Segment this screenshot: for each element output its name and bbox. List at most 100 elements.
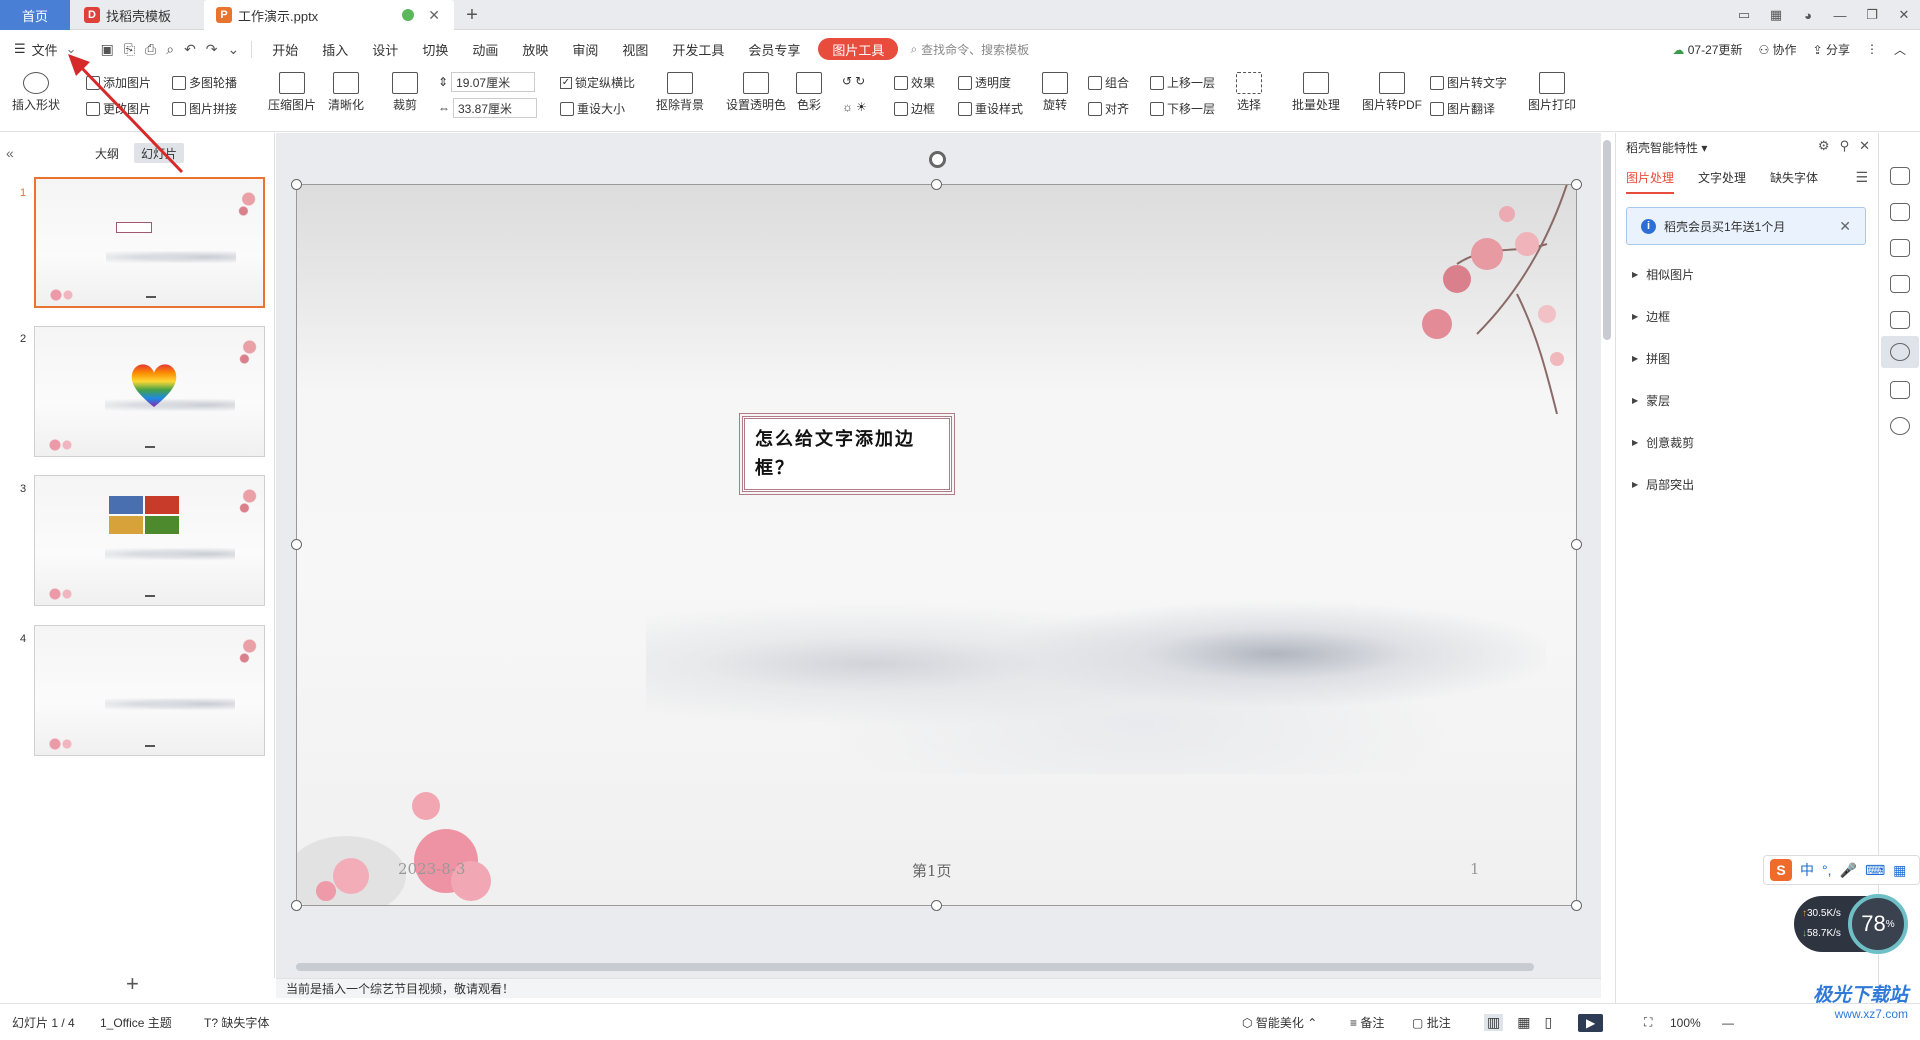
customize-icon[interactable]: ⌄ — [228, 41, 240, 58]
to-text-button[interactable]: 图片转文字 — [1430, 74, 1507, 91]
transparency-button[interactable]: 透明度 — [958, 74, 1011, 91]
collage-button[interactable]: 图片拼接 — [172, 100, 237, 117]
comments-button[interactable]: ▢ 批注 — [1412, 1004, 1451, 1040]
send-backward-button[interactable]: 下移一层 — [1150, 100, 1215, 117]
apps-grid-icon[interactable]: ▦ — [1760, 7, 1792, 23]
border-button[interactable]: 边框 — [894, 100, 935, 117]
star-icon[interactable] — [1890, 239, 1910, 257]
add-picture-button[interactable]: 添加图片 — [86, 74, 151, 91]
redo-icon[interactable]: ↷ — [206, 41, 218, 58]
tab-home[interactable]: 首页 — [0, 0, 70, 30]
resize-handle[interactable] — [291, 539, 302, 550]
share-button[interactable]: ⇪ 分享 — [1813, 41, 1850, 58]
set-transparent-button[interactable]: 设置透明色 — [726, 72, 786, 113]
avatar[interactable]: ◕ — [1792, 8, 1824, 23]
tab-missing-fonts[interactable]: 缺失字体 — [1770, 169, 1818, 194]
close-icon[interactable]: ✕ — [1888, 7, 1920, 23]
crop-button[interactable]: 裁剪 — [392, 72, 418, 113]
punctuation-icon[interactable]: °, — [1822, 862, 1832, 878]
close-tab-icon[interactable]: ✕ — [428, 7, 440, 24]
ime-toolbar[interactable]: S 中 °, 🎤 ⌨ ▦ — [1763, 855, 1920, 885]
update-button[interactable]: ☁ 07-27更新 — [1672, 41, 1742, 58]
menu-developer[interactable]: 开发工具 — [660, 30, 736, 68]
feature-item[interactable]: ▶ 相似图片 — [1632, 266, 1694, 283]
missing-font-button[interactable]: T? 缺失字体 — [204, 1004, 269, 1040]
new-tab-button[interactable]: + — [458, 0, 486, 30]
tab-template[interactable]: D 找稻壳模板 — [72, 0, 202, 30]
menu-design[interactable]: 设计 — [360, 30, 410, 68]
horizontal-scrollbar[interactable] — [296, 963, 1534, 971]
fit-icon[interactable]: ⛶ — [1644, 1004, 1652, 1040]
sorter-view-icon[interactable]: ▦ — [1517, 1014, 1530, 1031]
microphone-icon[interactable]: 🎤 — [1840, 862, 1857, 879]
resize-handle[interactable] — [291, 900, 302, 911]
feature-item[interactable]: ▶ 蒙层 — [1632, 392, 1670, 409]
height-input[interactable]: 19.07厘米 — [451, 72, 536, 92]
command-search[interactable]: ⌕ 查找命令、搜索模板 — [910, 41, 1029, 58]
slide-thumbnail[interactable] — [34, 177, 265, 308]
feature-item[interactable]: ▶ 创意裁剪 — [1632, 434, 1694, 451]
collapse-ribbon-icon[interactable]: ︿ — [1894, 41, 1906, 58]
lock-ratio-checkbox[interactable]: ✓ 锁定纵横比 — [560, 74, 635, 91]
select-button[interactable]: 选择 — [1236, 72, 1262, 113]
minimize-icon[interactable]: — — [1824, 8, 1856, 23]
collapse-panel-icon[interactable]: « — [6, 145, 14, 161]
collab-button[interactable]: ⚇ 协作 — [1758, 41, 1796, 58]
menu-review[interactable]: 审阅 — [560, 30, 610, 68]
vertical-scrollbar[interactable] — [1603, 140, 1611, 340]
beautify-button[interactable]: ⬡ 智能美化 ⌃ — [1242, 1004, 1317, 1040]
width-input[interactable]: 33.87厘米 — [453, 98, 537, 118]
menu-view[interactable]: 视图 — [610, 30, 660, 68]
menu-member[interactable]: 会员专享 — [736, 30, 812, 68]
zoom-level[interactable]: 100% — [1670, 1004, 1701, 1040]
menu-icon[interactable]: ☰ — [1855, 169, 1868, 186]
rocket-icon[interactable] — [1890, 167, 1910, 185]
close-icon[interactable]: ✕ — [1859, 138, 1870, 154]
menu-picture-tools[interactable]: 图片工具 — [818, 38, 899, 60]
image-icon[interactable] — [1890, 311, 1910, 329]
file-menu[interactable]: ☰ 文件 ⌄ — [0, 30, 89, 68]
slide-thumbnail[interactable] — [34, 625, 265, 756]
theme-name[interactable]: 1_Office 主题 — [100, 1004, 172, 1040]
gear-icon[interactable]: ⚙ — [1818, 138, 1830, 154]
tab-picture-processing[interactable]: 图片处理 — [1626, 169, 1675, 194]
play-button[interactable]: ▶ — [1578, 1004, 1604, 1040]
tab-outline[interactable]: 大纲 — [85, 143, 129, 163]
slide-thumbnail[interactable] — [34, 326, 265, 457]
resize-handle[interactable] — [931, 179, 942, 190]
undo-icon[interactable]: ↶ — [184, 41, 196, 58]
color-button[interactable]: 色彩 — [796, 72, 822, 113]
restore-icon[interactable]: ❐ — [1856, 7, 1888, 23]
menu-slideshow[interactable]: 放映 — [510, 30, 560, 68]
notes-button[interactable]: ≡ 备注 — [1350, 1004, 1384, 1040]
print-icon[interactable]: ⎙ — [145, 41, 156, 58]
align-button[interactable]: 对齐 — [1088, 100, 1129, 117]
rotate-button[interactable]: 旋转 — [1042, 72, 1068, 113]
add-slide-button[interactable]: + — [126, 971, 139, 997]
copy-icon[interactable] — [1890, 275, 1910, 293]
menu-start[interactable]: 开始 — [260, 30, 310, 68]
more-icon[interactable]: ⋮ — [1866, 42, 1878, 56]
apps-grid-icon[interactable]: ▦ — [1893, 862, 1906, 879]
panel-title[interactable]: 稻壳智能特性 ▾ — [1626, 139, 1707, 156]
member-banner[interactable]: i 稻壳会员买1年送1个月 ✕ — [1626, 207, 1866, 245]
pin-icon[interactable]: ⚲ — [1840, 138, 1850, 154]
height-field[interactable]: ⇕ 19.07厘米 — [438, 72, 536, 92]
resize-handle[interactable] — [1571, 179, 1582, 190]
zoom-out-icon[interactable]: — — [1722, 1004, 1734, 1040]
help-icon[interactable] — [1890, 417, 1910, 435]
feature-item[interactable]: ▶ 边框 — [1632, 308, 1670, 325]
remove-bg-button[interactable]: 抠除背景 — [656, 72, 704, 113]
bring-forward-button[interactable]: 上移一层 — [1150, 74, 1215, 91]
feature-item[interactable]: ▶ 拼图 — [1632, 350, 1670, 367]
resize-handle[interactable] — [291, 179, 302, 190]
reading-view-icon[interactable]: ▯ — [1544, 1014, 1552, 1031]
compress-button[interactable]: 压缩图片 — [268, 72, 316, 113]
tab-slides[interactable]: 幻灯片 — [134, 143, 184, 163]
rotate-icons[interactable]: ↺ ↻ — [842, 74, 865, 88]
ime-mode[interactable]: 中 — [1800, 860, 1814, 880]
keyboard-icon[interactable]: ⌨ — [1865, 862, 1885, 879]
layout-icon[interactable]: ▭ — [1728, 7, 1760, 23]
to-pdf-button[interactable]: 图片转PDF — [1362, 72, 1422, 113]
effect-button[interactable]: 效果 — [894, 74, 935, 91]
